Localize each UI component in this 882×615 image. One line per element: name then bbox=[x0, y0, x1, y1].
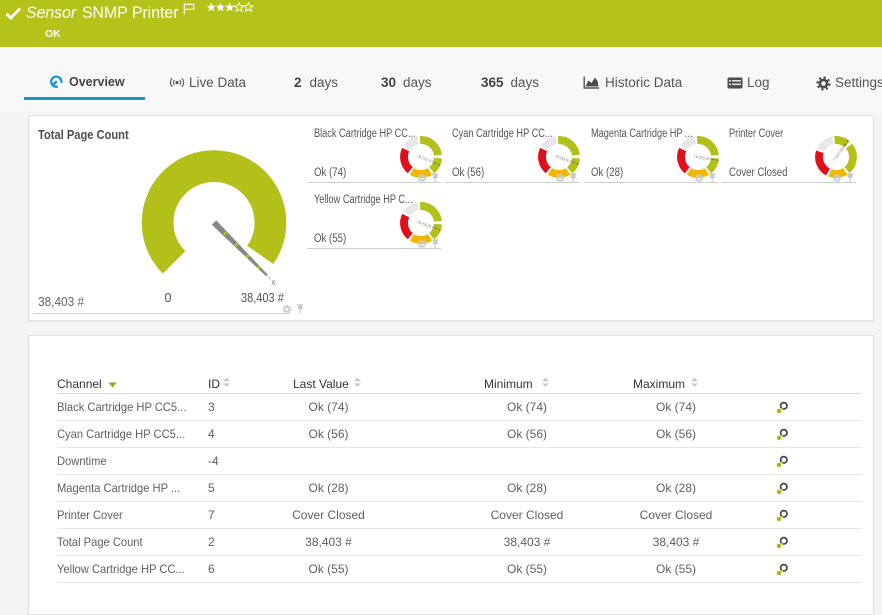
svg-text:Ok (28) 28 %: Ok (28) 28 % bbox=[694, 154, 714, 162]
svg-text:Ok (56) 56 %: Ok (56) 56 % bbox=[554, 153, 574, 164]
svg-text:Ok (55) 55 %: Ok (55) 55 % bbox=[416, 219, 436, 230]
svg-text:Ok (74) 74 %: Ok (74) 74 % bbox=[416, 153, 436, 165]
svg-text:x: x bbox=[271, 277, 276, 287]
svg-text:Cover Closed: Cover Closed bbox=[832, 143, 847, 161]
